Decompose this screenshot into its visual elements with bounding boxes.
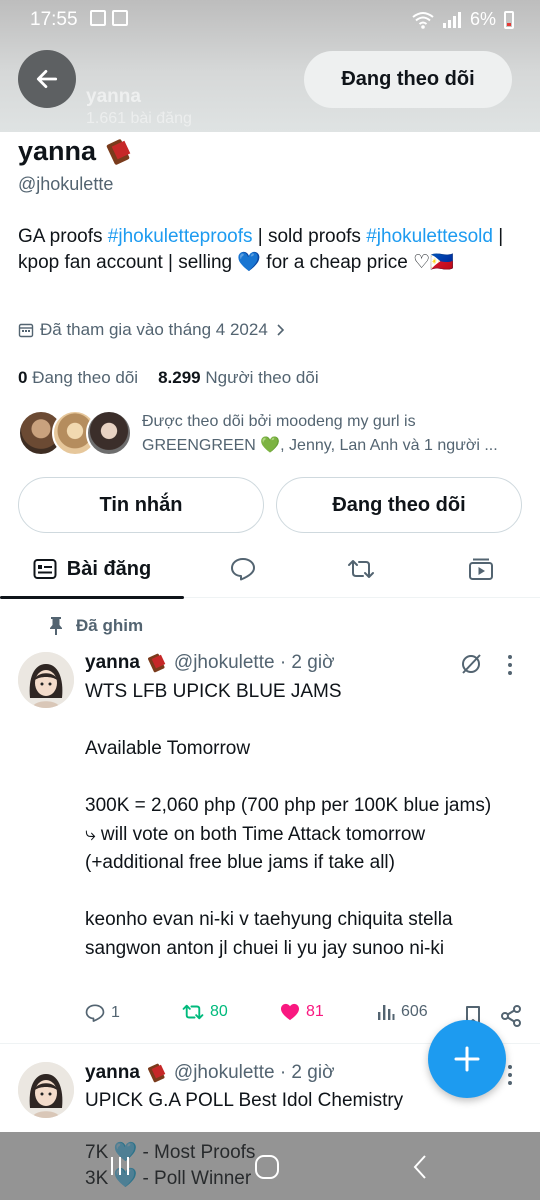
profile-handle: @jhokulette xyxy=(18,174,114,194)
views-button[interactable]: 606 xyxy=(377,1003,428,1021)
calendar-icon xyxy=(18,323,34,338)
followers-stat[interactable]: 8.299 Người theo dõi xyxy=(158,368,319,388)
tweet-text: WTS LFB UPICK BLUE JAMS Available Tomorr… xyxy=(85,681,492,959)
tab-media[interactable] xyxy=(448,540,514,598)
avatar-illustration xyxy=(18,1062,74,1118)
joined-date[interactable]: Đã tham gia vào tháng 4 2024 xyxy=(18,320,286,340)
battery-icon xyxy=(504,10,514,29)
bio-text-1: GA proofs xyxy=(18,226,108,247)
arrow-left-icon xyxy=(36,70,58,88)
header-post-count: 1.661 bài đăng xyxy=(86,110,192,127)
profile-bio: GA proofs #jhokuletteproofs | sold proof… xyxy=(18,224,518,276)
views-bar-chart-icon xyxy=(378,1005,395,1020)
profile-name-text: yanna xyxy=(18,136,97,166)
avatar[interactable] xyxy=(18,1062,74,1118)
following-count: 0 xyxy=(18,368,28,387)
header-following-button[interactable]: Đang theo dõi xyxy=(304,51,512,108)
compose-post-button[interactable] xyxy=(428,1020,506,1098)
followed-by-text: Được theo dõi bởi moodeng my gurl is GRE… xyxy=(142,413,498,454)
tweet-author-name[interactable]: yanna xyxy=(85,1062,140,1084)
more-options-icon[interactable] xyxy=(506,654,514,676)
pinned-indicator: Đã ghim xyxy=(48,616,143,636)
following-label: Đang theo dõi xyxy=(32,368,139,387)
media-video-icon xyxy=(469,558,493,580)
repost-button[interactable]: 80 xyxy=(182,1003,228,1021)
chocolate-icon xyxy=(147,1063,166,1083)
followers-count: 8.299 xyxy=(158,368,201,387)
chevron-right-icon xyxy=(277,324,284,336)
follower-avatars xyxy=(18,410,132,456)
posts-tab-icon xyxy=(33,559,57,579)
reply-count: 1 xyxy=(111,1004,120,1021)
reply-icon xyxy=(85,1004,105,1022)
more-options-icon[interactable] xyxy=(506,1064,514,1086)
reply-bubble-icon xyxy=(231,558,255,581)
pin-icon xyxy=(50,617,62,635)
grok-icon[interactable] xyxy=(459,652,483,676)
status-time: 17:55 xyxy=(30,9,78,30)
repost-icon xyxy=(348,560,374,578)
following-button[interactable]: Đang theo dõi xyxy=(276,477,522,533)
battery-percent: 6% xyxy=(469,9,496,29)
avatar[interactable] xyxy=(18,652,74,708)
profile-name: yanna xyxy=(18,136,134,167)
home-icon[interactable] xyxy=(254,1154,280,1180)
chocolate-icon xyxy=(147,653,166,673)
back-button[interactable] xyxy=(18,50,76,108)
tab-replies[interactable] xyxy=(210,540,276,598)
tweet-meta: @jhokulette · 2 giờ xyxy=(173,652,335,673)
wifi-icon xyxy=(412,11,434,29)
following-stat[interactable]: 0 Đang theo dõi xyxy=(18,368,138,388)
signal-icon xyxy=(442,11,461,28)
bio-hashtag-sold[interactable]: #jhokulettesold xyxy=(366,226,493,247)
follow-stats: 0 Đang theo dõi 8.299 Người theo dõi xyxy=(18,368,319,388)
status-bar: 17:55 6% xyxy=(0,0,540,40)
message-button[interactable]: Tin nhắn xyxy=(18,477,264,533)
profile-tabs: Bài đăng xyxy=(0,540,540,599)
back-nav-icon[interactable] xyxy=(410,1154,430,1180)
reply-button[interactable]: 1 xyxy=(85,1003,120,1023)
tweet-author-name[interactable]: yanna xyxy=(85,652,140,674)
like-button[interactable]: 81 xyxy=(280,1003,324,1021)
system-nav-bar xyxy=(0,1132,540,1200)
bio-hashtag-proofs[interactable]: #jhokuletteproofs xyxy=(108,226,253,247)
avatar-illustration xyxy=(18,652,74,708)
followed-by[interactable]: Được theo dõi bởi moodeng my gurl is GRE… xyxy=(18,408,528,458)
avatar xyxy=(86,410,132,456)
status-right: 6% xyxy=(412,9,514,30)
plus-icon xyxy=(454,1046,480,1072)
tab-posts[interactable]: Bài đăng xyxy=(0,540,184,599)
tweet-meta: @jhokulette · 2 giờ xyxy=(173,1062,335,1083)
chocolate-icon xyxy=(106,138,131,165)
joined-text: Đã tham gia vào tháng 4 2024 xyxy=(40,320,268,339)
header-collapsed-name: yanna xyxy=(86,86,141,107)
repost-icon xyxy=(182,1004,204,1020)
gallery-icon xyxy=(90,10,106,26)
view-count: 606 xyxy=(401,1003,428,1020)
repost-count: 80 xyxy=(210,1003,228,1020)
pinned-label: Đã ghim xyxy=(76,616,144,635)
heart-icon xyxy=(281,1003,299,1021)
tweet-header: yanna @jhokulette · 2 giờ xyxy=(85,652,335,674)
tweet-header: yanna @jhokulette · 2 giờ xyxy=(85,1062,335,1084)
recent-apps-icon[interactable] xyxy=(108,1154,132,1178)
followers-label: Người theo dõi xyxy=(205,368,319,387)
tab-posts-label: Bài đăng xyxy=(66,557,152,580)
share-icon[interactable] xyxy=(500,1005,522,1027)
status-notification-icons xyxy=(90,10,128,26)
tab-reposts[interactable] xyxy=(328,540,394,598)
bio-text-2: | sold proofs xyxy=(252,226,367,247)
folder-icon xyxy=(112,10,128,26)
like-count: 81 xyxy=(306,1003,324,1020)
